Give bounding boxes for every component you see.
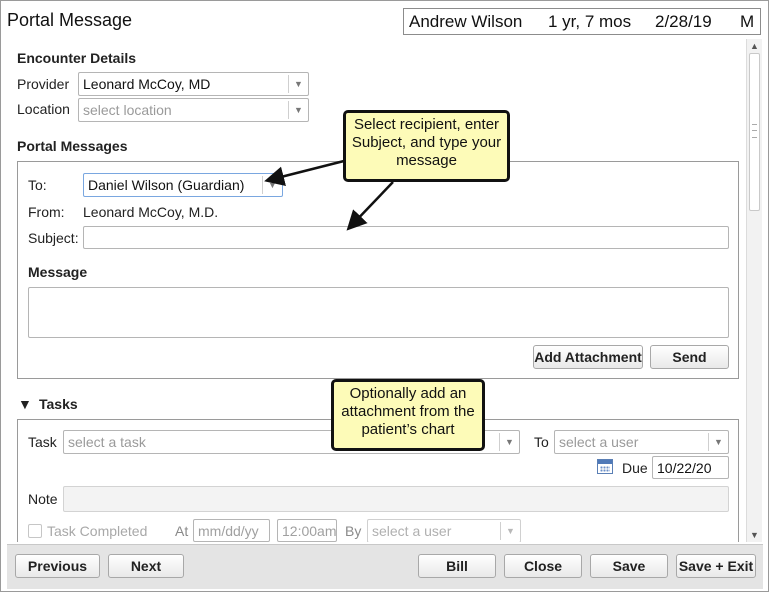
task-completed-label: Task Completed [47, 523, 148, 539]
by-label: By [345, 523, 362, 539]
location-label: Location [17, 101, 70, 117]
grip-icon [752, 124, 757, 138]
scroll-thumb[interactable] [749, 53, 760, 211]
due-label: Due [622, 460, 648, 476]
provider-select[interactable]: Leonard McCoy, MD ▼ [78, 72, 309, 96]
callout-recipient-note: Select recipient, enter Subject, and typ… [343, 110, 510, 182]
encounter-heading: Encounter Details [17, 50, 137, 66]
from-label: From: [28, 204, 65, 220]
save-exit-button[interactable]: Save + Exit [676, 554, 756, 578]
window-title: Portal Message [7, 10, 133, 30]
patient-dob: 2/28/19 [655, 12, 712, 31]
completed-time-placeholder: 12:00am [282, 523, 337, 539]
completed-date-placeholder: mm/dd/yy [198, 523, 259, 539]
previous-button[interactable]: Previous [15, 554, 100, 578]
portal-message-window: Portal Message Andrew Wilson 1 yr, 7 mos… [0, 0, 769, 592]
recipient-value: Daniel Wilson (Guardian) [88, 177, 245, 193]
at-label: At [175, 523, 189, 539]
provider-value: Leonard McCoy, MD [83, 76, 211, 92]
portal-message-group: To: Daniel Wilson (Guardian) ▼ From: Leo… [17, 161, 739, 379]
bill-button[interactable]: Bill [418, 554, 496, 578]
task-placeholder: select a task [68, 434, 146, 450]
patient-banner: Andrew Wilson 1 yr, 7 mos 2/28/19 M [403, 8, 761, 35]
add-attachment-button[interactable]: Add Attachment [533, 345, 643, 369]
completed-date-input[interactable]: mm/dd/yy [193, 519, 270, 542]
chevron-down-icon: ▼ [262, 176, 282, 194]
subject-input[interactable] [83, 226, 729, 249]
due-date-value: 10/22/20 [657, 460, 712, 476]
chevron-down-icon: ▼ [288, 101, 308, 119]
scroll-down-icon[interactable]: ▼ [750, 530, 759, 540]
task-to-placeholder: select a user [559, 434, 639, 450]
calendar-icon[interactable] [597, 459, 613, 474]
triangle-down-icon[interactable]: ▼ [18, 396, 32, 412]
provider-label: Provider [17, 76, 70, 92]
send-button[interactable]: Send [650, 345, 729, 369]
recipient-select[interactable]: Daniel Wilson (Guardian) ▼ [83, 173, 283, 197]
note-label: Note [28, 491, 58, 507]
task-to-label: To [534, 434, 549, 450]
footer-bar: Previous Next Bill Close Save Save + Exi… [7, 544, 763, 589]
from-value: Leonard McCoy, M.D. [83, 204, 219, 220]
patient-age: 1 yr, 7 mos [548, 12, 632, 31]
patient-name: Andrew Wilson [409, 12, 523, 31]
close-button[interactable]: Close [504, 554, 582, 578]
completed-time-input[interactable]: 12:00am [277, 519, 337, 542]
task-label: Task [28, 434, 57, 450]
completed-by-select[interactable]: select a user ▼ [367, 519, 521, 542]
save-button[interactable]: Save [590, 554, 668, 578]
due-date-input[interactable]: 10/22/20 [652, 456, 729, 479]
tasks-heading[interactable]: Tasks [39, 396, 78, 412]
message-label: Message [28, 264, 88, 280]
chevron-down-icon: ▼ [708, 433, 728, 451]
task-completed-checkbox[interactable] [28, 524, 42, 538]
completed-by-placeholder: select a user [372, 523, 452, 539]
next-button[interactable]: Next [108, 554, 184, 578]
chevron-down-icon: ▼ [288, 75, 308, 93]
task-to-select[interactable]: select a user ▼ [554, 430, 729, 454]
to-label: To: [28, 177, 47, 193]
message-textarea[interactable] [28, 287, 729, 338]
chevron-down-icon: ▼ [500, 522, 520, 540]
vertical-scrollbar[interactable]: ▲ ▼ [746, 39, 762, 542]
scroll-up-icon[interactable]: ▲ [750, 41, 759, 51]
location-placeholder: select location [83, 102, 172, 118]
callout-attachment-note: Optionally add an attachment from the pa… [331, 379, 485, 451]
subject-label: Subject: [28, 230, 79, 246]
portal-heading: Portal Messages [17, 138, 128, 154]
chevron-down-icon: ▼ [499, 433, 519, 451]
location-select[interactable]: select location ▼ [78, 98, 309, 122]
note-input[interactable] [63, 486, 729, 512]
patient-sex: M [740, 12, 755, 31]
